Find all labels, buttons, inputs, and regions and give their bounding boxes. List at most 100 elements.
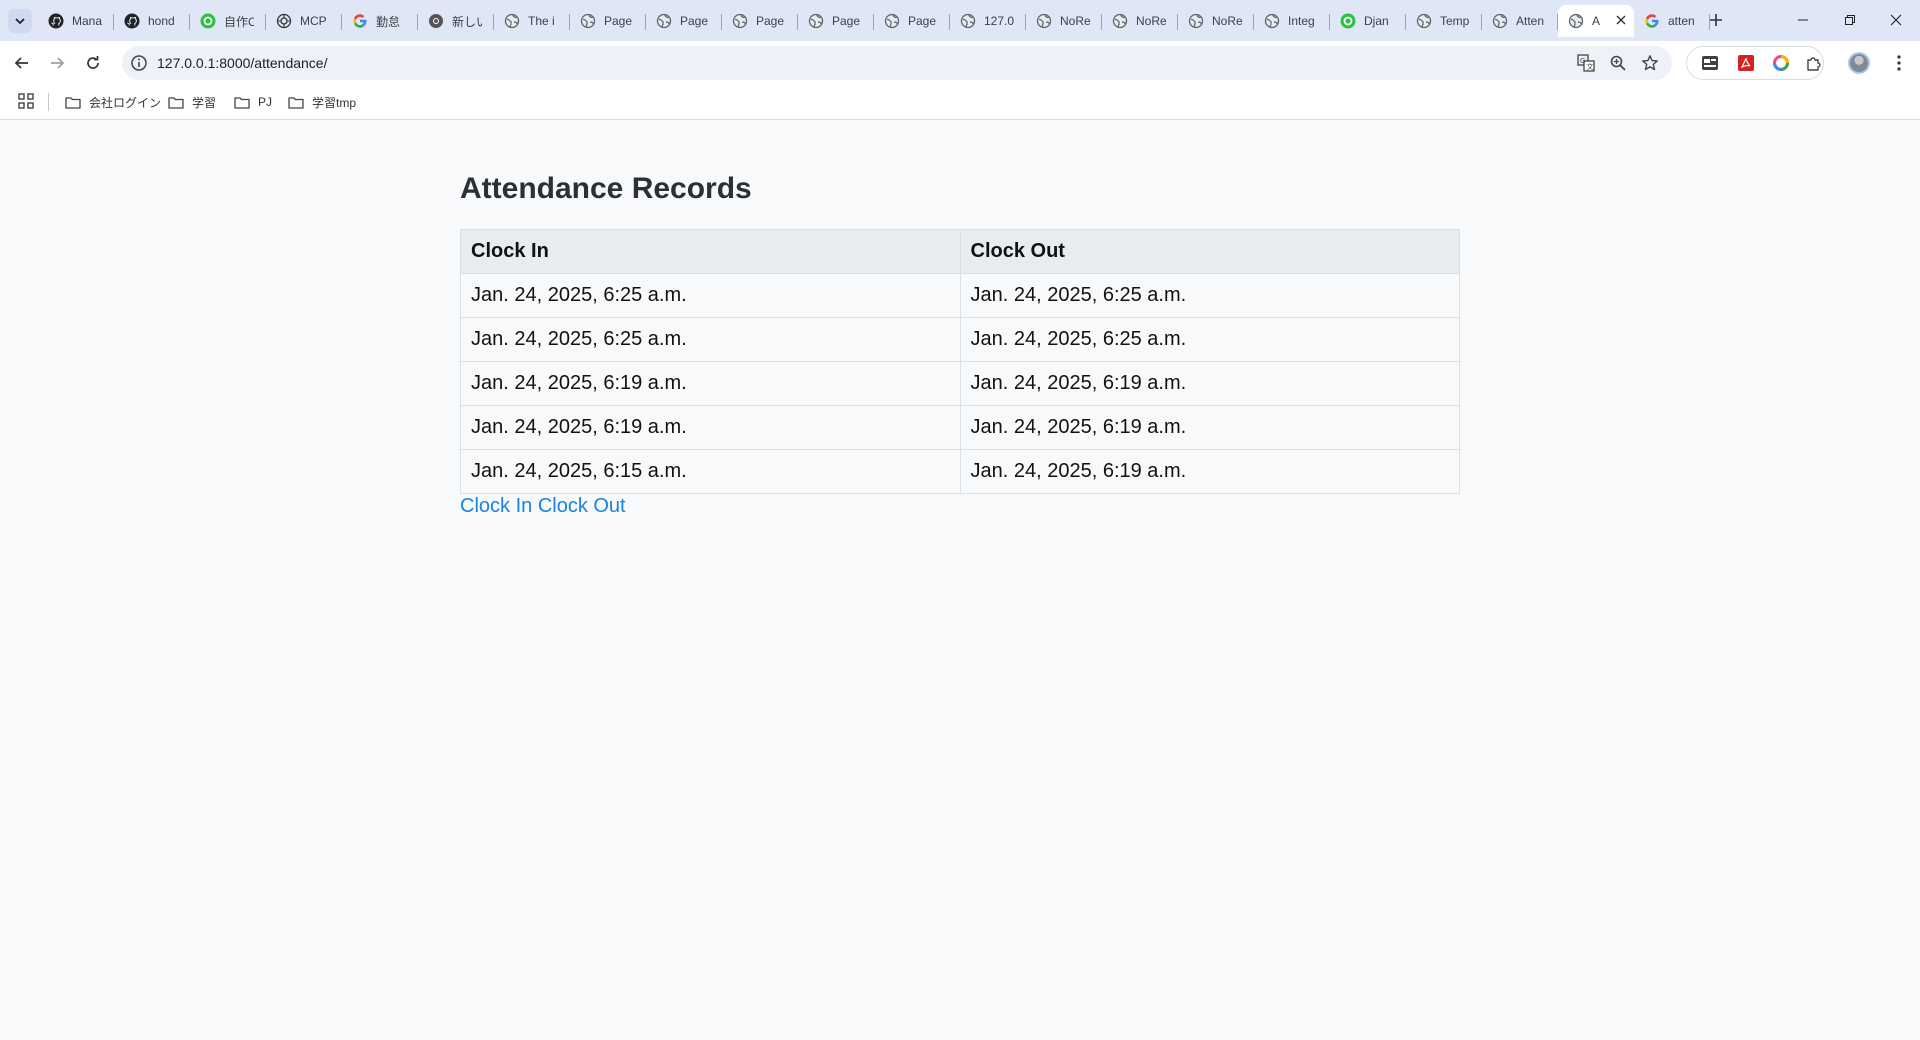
folder-icon	[234, 96, 250, 109]
zoom-button[interactable]	[1608, 53, 1628, 73]
tab[interactable]: 127.0	[950, 5, 1026, 37]
clock-in-cell: Jan. 24, 2025, 6:25 a.m.	[460, 273, 961, 318]
globe-icon	[1416, 13, 1432, 29]
tab[interactable]: NoRe	[1178, 5, 1254, 37]
green-site-icon	[1340, 13, 1356, 29]
browser-toolbar: 127.0.0.1:8000/attendance/ G文	[0, 41, 1920, 84]
tab[interactable]: The i	[494, 5, 570, 37]
table-header-row: Clock In Clock Out	[460, 229, 1460, 274]
svg-text:文: 文	[1587, 62, 1594, 71]
translate-button[interactable]: G文	[1576, 53, 1596, 73]
clock-out-cell: Jan. 24, 2025, 6:25 a.m.	[959, 317, 1460, 362]
tab[interactable]: NoRe	[1102, 5, 1178, 37]
plus-icon	[1710, 14, 1722, 26]
tab-label: Page	[908, 14, 937, 28]
table-row: Jan. 24, 2025, 6:15 a.m. Jan. 24, 2025, …	[460, 449, 1460, 494]
tab[interactable]: Atten	[1482, 5, 1558, 37]
tab[interactable]: Page	[874, 5, 950, 37]
tab[interactable]: atten	[1634, 5, 1710, 37]
tab-label: A	[1592, 14, 1601, 28]
bookmark-folder-study-tmp[interactable]: 学習tmp	[288, 91, 356, 113]
tab[interactable]: Temp	[1406, 5, 1482, 37]
tab[interactable]: 勤怠	[342, 5, 418, 37]
minimize-button[interactable]	[1780, 0, 1826, 40]
tab[interactable]: 新しい	[418, 5, 494, 37]
apps-grid-icon[interactable]	[17, 92, 35, 110]
tab[interactable]: Mana	[38, 5, 114, 37]
tab[interactable]: Page	[722, 5, 798, 37]
google-icon	[1644, 13, 1660, 29]
bookmark-label: 学習	[192, 95, 217, 110]
clock-in-link[interactable]: Clock In	[460, 495, 532, 517]
attendance-table: Clock In Clock Out Jan. 24, 2025, 6:25 a…	[460, 229, 1460, 494]
tab-label: MCP	[300, 14, 327, 28]
tab[interactable]: NoRe	[1026, 5, 1102, 37]
back-button[interactable]	[8, 49, 36, 77]
page-content: Attendance Records Clock In Clock Out Ja…	[460, 120, 1460, 518]
bookmark-star-button[interactable]	[1640, 53, 1660, 73]
reload-button[interactable]	[79, 49, 107, 77]
table-row: Jan. 24, 2025, 6:19 a.m. Jan. 24, 2025, …	[460, 405, 1460, 450]
clock-out-cell: Jan. 24, 2025, 6:19 a.m.	[959, 361, 1460, 406]
translate-icon: G文	[1577, 54, 1595, 72]
tab-active[interactable]: A	[1558, 5, 1634, 37]
tab[interactable]: Page	[570, 5, 646, 37]
globe-icon	[732, 13, 748, 29]
column-header-clock-in: Clock In	[460, 229, 961, 274]
google-icon	[352, 13, 368, 29]
forward-button[interactable]	[43, 49, 71, 77]
globe-icon	[884, 13, 900, 29]
clock-in-cell: Jan. 24, 2025, 6:19 a.m.	[460, 361, 961, 406]
svg-text:G: G	[1580, 57, 1585, 65]
bookmark-folder-pj[interactable]: PJ	[234, 91, 272, 113]
tab-label: Atten	[1516, 14, 1545, 28]
profile-avatar[interactable]	[1848, 52, 1870, 74]
info-icon[interactable]	[130, 54, 148, 72]
table-row: Jan. 24, 2025, 6:25 a.m. Jan. 24, 2025, …	[460, 273, 1460, 318]
tab[interactable]: Page	[646, 5, 722, 37]
tab[interactable]: MCP	[266, 5, 342, 37]
extensions-menu-button[interactable]	[1804, 53, 1824, 73]
extension-button-1[interactable]	[1700, 53, 1720, 73]
clock-out-link[interactable]: Clock Out	[538, 495, 626, 517]
close-icon	[1616, 15, 1626, 25]
tab[interactable]: Integ	[1254, 5, 1330, 37]
extension-button-2[interactable]	[1736, 53, 1756, 73]
close-icon	[1890, 14, 1902, 26]
bookmark-label: 会社ログイン	[89, 95, 162, 110]
tab[interactable]: hond	[114, 5, 190, 37]
tab-close-button[interactable]	[1616, 13, 1626, 28]
clock-in-cell: Jan. 24, 2025, 6:19 a.m.	[460, 405, 961, 450]
close-window-button[interactable]	[1873, 0, 1919, 40]
tab-label: NoRe	[1136, 14, 1166, 28]
star-icon	[1642, 55, 1658, 71]
address-bar[interactable]: 127.0.0.1:8000/attendance/ G文	[122, 46, 1672, 80]
puzzle-icon	[1807, 57, 1821, 71]
bookmark-folder-study[interactable]: 学習	[168, 91, 216, 113]
clock-in-cell: Jan. 24, 2025, 6:25 a.m.	[460, 317, 961, 362]
folder-icon	[288, 96, 304, 109]
tab-label: The i	[528, 14, 555, 28]
tab-label: Page	[604, 14, 633, 28]
tab[interactable]: Page	[798, 5, 874, 37]
column-header-clock-out: Clock Out	[959, 229, 1460, 274]
chrome-icon	[428, 13, 444, 29]
browser-menu-button[interactable]	[1889, 53, 1909, 73]
tab-label: hond	[148, 14, 175, 28]
clock-out-cell: Jan. 24, 2025, 6:19 a.m.	[959, 449, 1460, 494]
bookmark-label: 学習tmp	[312, 95, 357, 110]
url-text[interactable]: 127.0.0.1:8000/attendance/	[157, 55, 327, 71]
tab-label: 自作C	[224, 14, 254, 29]
tab-strip: Mana hond 自作C MCP 勤怠 新しい The i Page Page Page Page…	[0, 0, 1920, 41]
arrow-right-icon	[51, 57, 65, 69]
new-tab-button[interactable]	[1704, 8, 1728, 32]
restore-button[interactable]	[1827, 0, 1873, 40]
extension-button-3[interactable]	[1771, 53, 1791, 73]
tab-search-button[interactable]	[8, 9, 32, 33]
bookmarks-separator	[48, 93, 49, 111]
bookmark-folder-company-login[interactable]: 会社ログイン	[65, 91, 161, 113]
tab[interactable]: Djan	[1330, 5, 1406, 37]
tab[interactable]: 自作C	[190, 5, 266, 37]
tab-label: Page	[756, 14, 785, 28]
tab-label: 新しい	[452, 14, 482, 29]
